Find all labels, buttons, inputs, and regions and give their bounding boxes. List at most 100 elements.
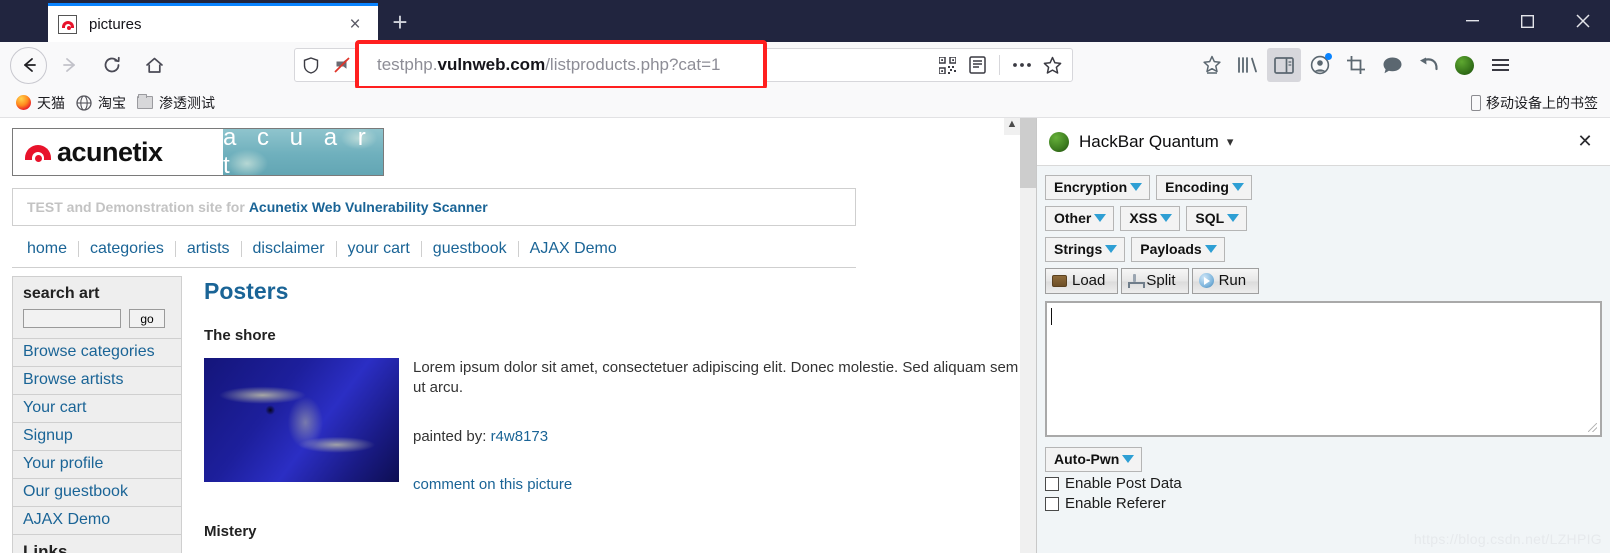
payloads-dropdown[interactable]: Payloads [1131,237,1225,262]
test-site-banner: TEST and Demonstration site for Acunetix… [12,188,856,226]
sidebar-item-your-profile[interactable]: Your profile [12,450,182,478]
load-icon [1052,274,1067,287]
bookmarks-toolbar: 天猫 淘宝 渗透测试 移动设备上的书签 [0,88,1610,118]
url-bar[interactable]: testphp.vulnweb.com/listproducts.php?cat… [294,40,1073,90]
mobile-bookmarks-item[interactable]: 移动设备上的书签 [1471,93,1598,113]
hackbar-header: HackBar Quantum ▾ ✕ [1037,118,1610,166]
back-button-icon[interactable] [10,46,47,84]
bookmark-item-tmall[interactable]: 天猫 [14,93,65,113]
bookmark-label: 天猫 [37,94,65,111]
enable-referer-checkbox[interactable] [1045,496,1059,511]
caret-down-icon [1122,455,1135,463]
screenshot-icon[interactable] [1339,48,1373,82]
sidebar-item-browse-categories[interactable]: Browse categories [12,338,182,366]
app-menu-icon[interactable] [1483,48,1517,82]
tab-close-icon[interactable]: × [342,11,368,37]
page-actions-icon[interactable] [1008,51,1036,79]
encryption-dropdown[interactable]: Encryption [1045,175,1151,200]
library-icon[interactable] [1231,48,1265,82]
page-columns: search art go Browse categories Browse a… [12,276,1020,553]
minimize-button[interactable] [1445,0,1500,42]
topnav-disclaimer[interactable]: disclaimer [242,240,336,258]
artwork-thumbnail[interactable] [204,358,399,482]
search-art-heading: search art [23,285,100,302]
xss-dropdown[interactable]: XSS [1120,206,1181,231]
reload-button-icon[interactable] [93,46,131,84]
sidebar-item-your-cart[interactable]: Your cart [12,394,182,422]
caret-down-icon [1204,245,1217,253]
home-button-icon[interactable] [135,46,173,84]
browser-toolbar-right [1195,46,1517,84]
resize-handle-icon[interactable] [1588,423,1597,432]
auto-pwn-dropdown[interactable]: Auto-Pwn [1045,447,1143,472]
topnav-your-cart[interactable]: your cart [337,240,421,258]
firefox-profile-icon[interactable] [1447,48,1481,82]
sidebar-item-browse-artists[interactable]: Browse artists [12,366,182,394]
caret-down-icon [1160,214,1173,222]
url-actions-divider [999,55,1000,75]
caret-down-icon [1227,214,1240,222]
topnav-categories[interactable]: categories [79,240,175,258]
page-scrollbar[interactable]: ▲ [1004,118,1036,553]
shield-icon[interactable] [295,56,327,74]
browser-tab-pictures[interactable]: pictures × [48,3,378,42]
mobile-bookmarks-label: 移动设备上的书签 [1486,94,1598,111]
globe-icon [75,94,93,112]
encoding-dropdown[interactable]: Encoding [1156,175,1252,200]
topnav-ajax-demo[interactable]: AJAX Demo [519,240,628,258]
bookmark-item-taobao[interactable]: 淘宝 [75,93,126,113]
permissions-blocked-icon[interactable] [327,56,357,74]
enable-post-data-label: Enable Post Data [1065,475,1182,492]
site-logo[interactable]: acunetix a c u a r t [12,124,384,179]
enable-referer-row[interactable]: Enable Referer [1045,495,1602,512]
topnav-guestbook[interactable]: guestbook [422,240,518,258]
undo-icon[interactable] [1411,48,1445,82]
bookmark-folder-pentest[interactable]: 渗透测试 [136,93,215,113]
caret-down-icon [1094,214,1107,222]
search-art-input[interactable] [23,309,121,328]
artist-link[interactable]: r4w8173 [491,428,549,445]
maximize-button[interactable] [1500,0,1555,42]
other-dropdown[interactable]: Other [1045,206,1115,231]
site-top-navigation: home categories artists disclaimer your … [12,232,856,268]
page-scrollbar-thumb[interactable] [1020,118,1036,188]
sidebar-toggle-icon[interactable] [1267,48,1301,82]
sidebar-links-heading: Links [12,535,182,553]
banner-link[interactable]: Acunetix Web Vulnerability Scanner [249,199,488,215]
reader-view-icon[interactable] [963,51,991,79]
hackbar-sidebar: HackBar Quantum ▾ ✕ Encryption Encoding … [1036,118,1610,553]
topnav-home[interactable]: home [16,240,78,258]
sidebar-item-ajax-demo[interactable]: AJAX Demo [12,506,182,535]
new-tab-button[interactable]: + [386,8,414,36]
enable-post-data-checkbox[interactable] [1045,476,1059,491]
bookmark-star-icon[interactable] [1038,51,1066,79]
split-button[interactable]: Split [1121,268,1189,294]
comment-icon[interactable] [1375,48,1409,82]
url-input-highlighted[interactable]: testphp.vulnweb.com/listproducts.php?cat… [355,40,767,90]
search-go-button[interactable]: go [129,309,165,328]
enable-post-data-row[interactable]: Enable Post Data [1045,475,1602,492]
forward-button-icon[interactable] [51,46,89,84]
sidebar-item-signup[interactable]: Signup [12,422,182,450]
chevron-down-icon[interactable]: ▾ [1227,134,1234,150]
hackbar-url-textarea[interactable] [1045,301,1602,437]
strings-dropdown[interactable]: Strings [1045,237,1126,262]
caret-down-icon [1231,183,1244,191]
comment-on-picture-link[interactable]: comment on this picture [413,476,572,493]
close-sidebar-icon[interactable]: ✕ [1572,129,1598,155]
topnav-artists[interactable]: artists [176,240,241,258]
account-icon[interactable] [1303,48,1337,82]
close-button[interactable] [1555,0,1610,42]
qr-code-icon[interactable] [933,51,961,79]
run-button[interactable]: Run [1191,268,1260,294]
save-to-pocket-icon[interactable] [1195,48,1229,82]
sql-dropdown[interactable]: SQL [1186,206,1248,231]
bookmark-label: 渗透测试 [159,94,215,111]
run-icon [1198,273,1214,288]
sidebar-item-our-guestbook[interactable]: Our guestbook [12,478,182,506]
encoding-label: Encoding [1165,179,1229,195]
scroll-up-arrow-icon[interactable]: ▲ [1004,118,1020,135]
load-button[interactable]: Load [1045,268,1119,294]
artwork-title-the-shore: The shore [204,327,276,344]
hackbar-action-row: Load Split Run [1045,268,1602,294]
